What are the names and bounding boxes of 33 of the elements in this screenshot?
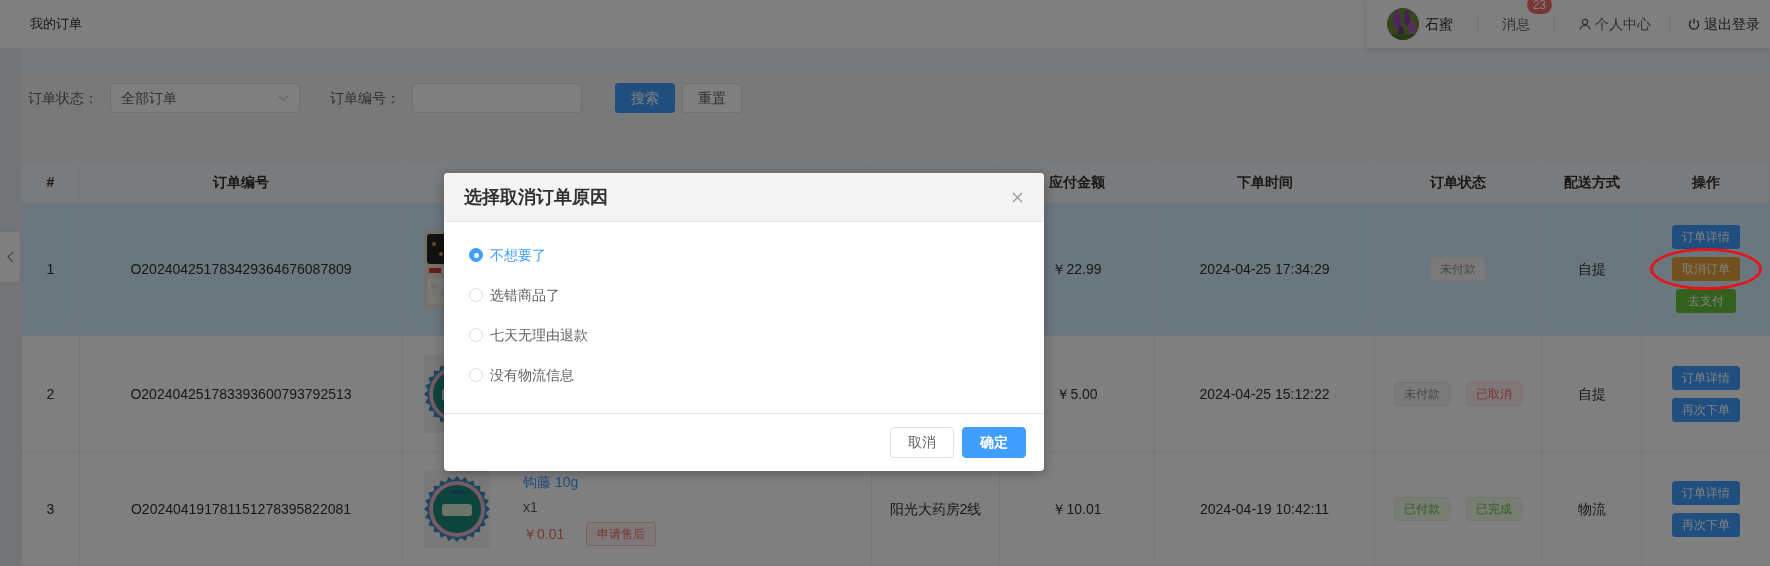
table-cell-text: 2024-04-25 17:34:29 [1199, 259, 1330, 279]
table-cell-text: 物流 [1577, 499, 1606, 519]
column-header: 配送方式 [1563, 173, 1620, 192]
page-title: 我的订单 [30, 15, 82, 34]
table-cell-text: 2024-04-19 10:42:11 [1200, 499, 1329, 519]
table-cell-text: ￥22.99 [1052, 259, 1102, 279]
table-cell-text: ￥10.01 [1052, 499, 1102, 519]
table-cell-text: 2024-04-25 15:12:22 [1199, 384, 1330, 404]
table-cell-text: 2 [46, 384, 55, 404]
dialog-title: 选择取消订单原因 [464, 185, 608, 209]
column-header: 操作 [1691, 173, 1720, 192]
table-cell-text: 自提 [1577, 384, 1606, 404]
table-cell-text: 1 [46, 259, 55, 279]
table-cell-text: O202404251783429364676087809 [130, 259, 352, 279]
table-cell-text: 阳光大药房2线 [889, 499, 982, 519]
column-header: 订单状态 [1430, 173, 1486, 192]
table-cell-text: O202404251783393600793792513 [130, 384, 352, 404]
status-tag: 已完成 [1466, 497, 1522, 521]
column-header: 应付金额 [1049, 173, 1105, 192]
message-count-badge: 23 [1526, 0, 1552, 14]
quantity-text: x1 [523, 498, 539, 517]
table-cell-text: ￥5.00 [1056, 384, 1098, 404]
price-text: ￥0.01 [523, 524, 565, 544]
table-cell-text: 3 [46, 499, 55, 519]
status-tag: 已付款 [1394, 497, 1450, 521]
table-cell-text: 自提 [1577, 259, 1606, 279]
filter-label: 订单编号： [330, 89, 400, 108]
column-header: 订单编号 [213, 173, 269, 192]
status-tag: 已取消 [1466, 382, 1522, 406]
table-cell-text: O202404191781151278395822081 [130, 499, 352, 519]
filter-label: 订单状态： [28, 89, 98, 108]
column-header: # [46, 173, 55, 192]
column-header: 下单时间 [1236, 173, 1293, 192]
